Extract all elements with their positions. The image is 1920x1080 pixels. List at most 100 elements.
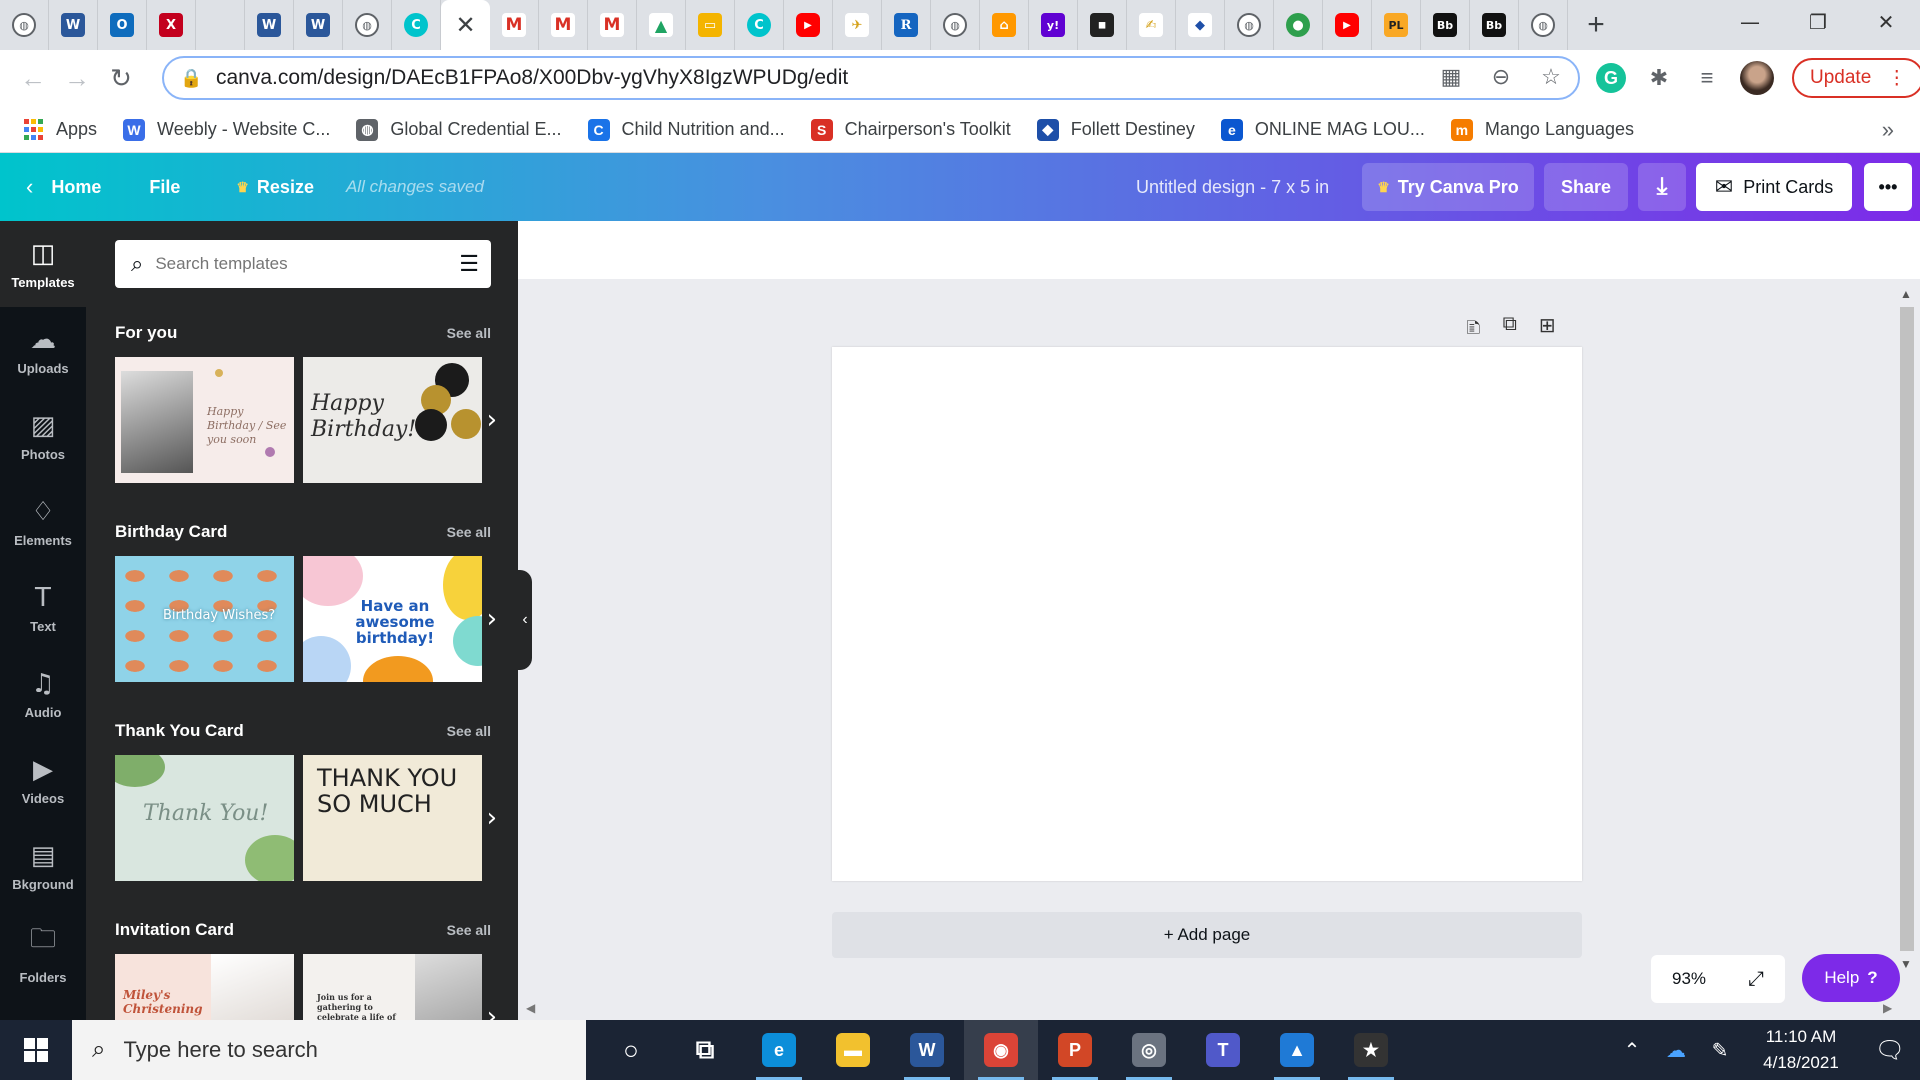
bookmark-item[interactable]: m Mango Languages (1450, 118, 1634, 141)
see-all-link[interactable]: See all (447, 922, 491, 938)
design-page[interactable] (832, 347, 1582, 881)
taskbar-movie-maker[interactable]: ★ (1334, 1020, 1408, 1080)
bookmark-item[interactable]: C Child Nutrition and... (587, 118, 785, 141)
browser-tab[interactable]: W (294, 0, 343, 50)
search-input[interactable] (155, 254, 416, 274)
filter-sliders-icon[interactable]: ☰ (459, 251, 479, 277)
chevron-up-icon[interactable]: ⌃ (1610, 1038, 1654, 1063)
browser-tab[interactable]: ▶ (784, 0, 833, 50)
template-thumbnail[interactable]: THANK YOU SO MUCH (303, 755, 482, 881)
see-all-link[interactable]: See all (447, 723, 491, 739)
template-thumbnail[interactable]: Happy Birthday! (303, 357, 482, 483)
bookmark-item[interactable]: Apps (22, 119, 97, 141)
profile-avatar[interactable] (1740, 61, 1774, 95)
browser-tab[interactable]: C (392, 0, 441, 50)
bookmark-item[interactable]: W Weebly - Website C... (123, 118, 330, 141)
collapse-panel-button[interactable]: ‹ (518, 570, 532, 670)
notes-icon[interactable]: 🗈 (1466, 313, 1481, 347)
rail-item-elements[interactable]: ♢ Elements (0, 479, 86, 565)
more-bookmarks-icon[interactable]: » (1882, 117, 1894, 143)
minimize-icon[interactable]: — (1716, 0, 1784, 44)
see-all-link[interactable]: See all (447, 325, 491, 341)
taskbar-file-explorer[interactable]: ▬ (816, 1020, 890, 1080)
browser-tab[interactable]: ✍ (1127, 0, 1176, 50)
browser-tab[interactable]: M (539, 0, 588, 50)
browser-tab[interactable]: ◍ (931, 0, 980, 50)
bookmark-star-icon[interactable]: ☆ (1538, 64, 1564, 90)
browser-tab[interactable]: ● (1274, 0, 1323, 50)
browser-tab[interactable]: O (98, 0, 147, 50)
browser-tab[interactable]: y! (1029, 0, 1078, 50)
browser-tab[interactable]: ◍ (0, 0, 49, 50)
new-tab-icon[interactable]: + (1576, 5, 1616, 45)
chevron-right-icon[interactable]: › (487, 1002, 497, 1020)
taskbar-edge[interactable]: e (742, 1020, 816, 1080)
scroll-up-icon[interactable]: ▲ (1900, 287, 1912, 301)
template-thumbnail[interactable]: Miley's Christening (115, 954, 294, 1020)
print-cards-button[interactable]: ✉ Print Cards (1696, 163, 1852, 211)
browser-tab[interactable]: ◆ (1176, 0, 1225, 50)
restore-icon[interactable]: ❐ (1784, 0, 1852, 44)
notifications-icon[interactable]: 🗨 (1860, 1036, 1920, 1065)
template-thumbnail[interactable]: Join us for a gathering to celebrate a l… (303, 954, 482, 1020)
forward-icon[interactable]: → (58, 60, 96, 98)
browser-tab[interactable]: ◍ (1225, 0, 1274, 50)
template-thumbnail[interactable]: Have an awesome birthday! (303, 556, 482, 682)
extensions-icon[interactable]: ✱ (1644, 63, 1674, 93)
browser-tab[interactable]: M (588, 0, 637, 50)
onedrive-icon[interactable]: ☁ (1654, 1038, 1698, 1063)
reading-list-icon[interactable]: ≡ (1692, 63, 1722, 93)
back-icon[interactable]: ← (14, 60, 52, 98)
clock[interactable]: 11:10 AM 4/18/2021 (1742, 1024, 1860, 1076)
reload-icon[interactable]: ↻ (102, 60, 140, 98)
home-button[interactable]: ‹ Home (26, 174, 101, 200)
browser-tab[interactable]: R (882, 0, 931, 50)
rail-item-uploads[interactable]: ☁ Uploads (0, 307, 86, 393)
browser-tab[interactable]: Bb (1421, 0, 1470, 50)
rail-item-bkground[interactable]: ▤ Bkground (0, 823, 86, 909)
see-all-link[interactable]: See all (447, 524, 491, 540)
taskbar-camera[interactable]: ◎ (1112, 1020, 1186, 1080)
template-thumbnail[interactable]: Happy Birthday / See you soon (115, 357, 294, 483)
share-button[interactable]: Share (1544, 163, 1628, 211)
resize-button[interactable]: ♛ Resize (236, 177, 314, 198)
rail-item-templates[interactable]: ◫ Templates (0, 221, 86, 307)
pen-icon[interactable]: ✎ (1698, 1038, 1742, 1063)
duplicate-page-icon[interactable]: ⧉ (1503, 313, 1517, 347)
browser-tab[interactable]: ▭ (686, 0, 735, 50)
bookmark-item[interactable]: ◆ Follett Destiney (1036, 118, 1195, 141)
try-canva-pro-button[interactable]: ♛ Try Canva Pro (1362, 163, 1534, 211)
template-thumbnail[interactable]: Thank You! (115, 755, 294, 881)
more-options-button[interactable]: ••• (1864, 163, 1912, 211)
browser-tab[interactable]: ✕ (441, 0, 490, 50)
browser-tab[interactable]: ▲ (637, 0, 686, 50)
design-title[interactable]: Untitled design - 7 x 5 in (1136, 177, 1329, 198)
template-search[interactable]: ⌕ ☰ (115, 240, 491, 288)
scroll-right-icon[interactable]: ▶ (1883, 1001, 1892, 1015)
download-button[interactable]: ⤓ (1638, 163, 1686, 211)
window-close-icon[interactable]: ✕ (1852, 0, 1920, 44)
browser-tab[interactable]: ⌂ (980, 0, 1029, 50)
browser-tab[interactable]: ▶ (1323, 0, 1372, 50)
add-page-icon[interactable]: ⊞ (1539, 313, 1556, 347)
taskbar-photos[interactable]: ▲ (1260, 1020, 1334, 1080)
update-button[interactable]: Update ⋮ (1792, 58, 1920, 98)
taskbar-word[interactable]: W (890, 1020, 964, 1080)
chevron-right-icon[interactable]: › (487, 604, 497, 634)
zoom-control[interactable]: 93% ⤢ (1651, 955, 1785, 1003)
browser-tab[interactable]: ◍ (1519, 0, 1568, 50)
address-bar[interactable]: 🔒 canva.com/design/DAEcB1FPAo8/X00Dbv-yg… (162, 56, 1580, 100)
vertical-scrollbar[interactable]: ▲ ▼ (1896, 287, 1918, 1003)
rail-item-photos[interactable]: ▨ Photos (0, 393, 86, 479)
bookmark-item[interactable]: ◍ Global Credential E... (356, 118, 562, 141)
rail-item-folders[interactable]: 🗀 Folders (0, 909, 86, 995)
rail-item-audio[interactable]: ♫ Audio (0, 651, 86, 737)
browser-tab[interactable]: Bb (1470, 0, 1519, 50)
scroll-left-icon[interactable]: ◀ (526, 1001, 535, 1015)
browser-tab[interactable]: ✈ (833, 0, 882, 50)
taskbar-task-view[interactable]: ⧉ (668, 1020, 742, 1080)
rail-item-videos[interactable]: ▶ Videos (0, 737, 86, 823)
chevron-right-icon[interactable]: › (487, 405, 497, 435)
browser-tab[interactable]: PL (1372, 0, 1421, 50)
taskbar-cortana[interactable]: ○ (594, 1020, 668, 1080)
